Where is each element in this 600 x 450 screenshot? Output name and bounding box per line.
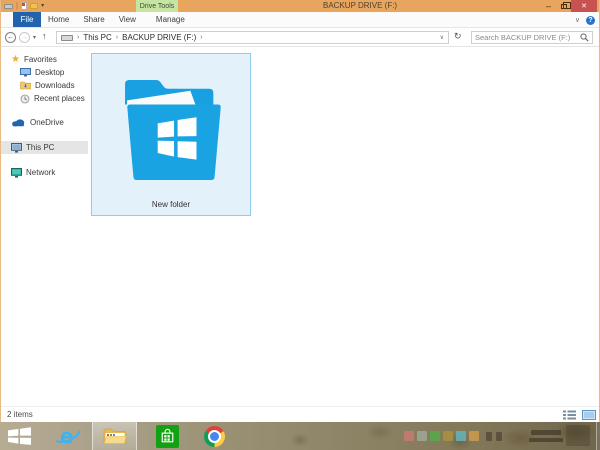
tray-overflow-area[interactable]: [566, 425, 590, 446]
qat-new-folder-icon[interactable]: [30, 3, 39, 9]
svg-text:e: e: [60, 425, 74, 447]
search-input[interactable]: [475, 33, 580, 42]
up-button[interactable]: ↑: [42, 31, 47, 41]
help-icon[interactable]: ?: [586, 15, 595, 25]
windows-logo-icon: [8, 427, 31, 445]
sidebar-label: This PC: [26, 143, 55, 152]
sidebar-label: Network: [26, 168, 56, 177]
desktop-screen: | ▾ Drive Tools BACKUP DRIVE (F:) – ✕ Fi…: [0, 0, 600, 450]
address-bar[interactable]: › This PC › BACKUP DRIVE (F:) › ∨: [56, 31, 449, 44]
tray-icon[interactable]: [469, 431, 479, 441]
file-item-new-folder[interactable]: New folder: [91, 53, 251, 216]
google-chrome-button[interactable]: [194, 422, 234, 450]
taskbar: e: [0, 422, 600, 450]
window-body: ★ Favorites Desktop Downloads Recent pla…: [1, 48, 599, 406]
details-view-icon: [563, 410, 576, 420]
navigation-pane: ★ Favorites Desktop Downloads Recent pla…: [1, 48, 88, 406]
close-button[interactable]: ✕: [571, 0, 597, 12]
address-bar-row: ← → ▾ ↑ › This PC › BACKUP DRIVE (F:) › …: [1, 29, 599, 47]
tray-icon[interactable]: [443, 431, 453, 441]
tray-icon[interactable]: [417, 431, 427, 441]
ribbon-tab-row: File Home Share View Manage: [1, 12, 599, 28]
folder-icon: [125, 80, 221, 181]
onedrive-cloud-icon: [12, 119, 25, 127]
forward-button: →: [19, 32, 30, 43]
breadcrumb-backup-drive[interactable]: BACKUP DRIVE (F:): [122, 33, 196, 42]
tab-home[interactable]: Home: [41, 12, 76, 27]
recent-places-icon: [20, 94, 30, 103]
windows-store-button[interactable]: [146, 422, 188, 450]
sidebar-label: Downloads: [35, 81, 75, 90]
recent-locations-caret-icon[interactable]: ▾: [33, 34, 36, 41]
tab-manage[interactable]: Manage: [149, 12, 192, 27]
network-icon: [11, 167, 22, 178]
large-icons-view-icon: [582, 410, 596, 420]
sidebar-item-desktop[interactable]: Desktop: [1, 66, 88, 79]
details-view-button[interactable]: [563, 410, 576, 420]
sidebar-label: Recent places: [34, 94, 85, 103]
show-desktop-button[interactable]: [596, 422, 600, 450]
sidebar-item-favorites[interactable]: ★ Favorites: [1, 53, 88, 66]
sidebar-item-onedrive[interactable]: OneDrive: [1, 116, 88, 129]
sidebar-item-downloads[interactable]: Downloads: [1, 79, 88, 92]
sidebar-item-network[interactable]: Network: [1, 166, 88, 179]
breadcrumb-chevron-icon[interactable]: ›: [77, 34, 79, 41]
clock-date[interactable]: [529, 437, 563, 442]
quick-access-toolbar: | ▾: [4, 0, 44, 12]
tab-file[interactable]: File: [13, 12, 41, 27]
file-item-label: New folder: [151, 200, 191, 209]
refresh-icon[interactable]: ↻: [454, 31, 462, 42]
sidebar-label: Favorites: [23, 55, 57, 64]
title-bar[interactable]: | ▾ Drive Tools BACKUP DRIVE (F:) – ✕: [1, 0, 599, 12]
computer-icon: [11, 142, 22, 153]
tab-share[interactable]: Share: [76, 12, 111, 27]
start-button[interactable]: [4, 422, 36, 450]
status-bar: 2 items: [1, 406, 599, 422]
sidebar-label: OneDrive: [30, 118, 64, 127]
internet-explorer-icon: e: [55, 425, 81, 447]
windows-store-icon: [155, 424, 179, 448]
item-count: 2 items: [7, 410, 33, 419]
sidebar-item-this-pc[interactable]: This PC: [1, 141, 88, 154]
qat-separator: |: [16, 1, 19, 10]
restore-button[interactable]: [556, 0, 571, 12]
system-menu-drive-icon[interactable]: [4, 3, 13, 9]
internet-explorer-button[interactable]: e: [48, 422, 88, 450]
qat-customize-caret-icon[interactable]: ▾: [41, 3, 44, 9]
search-box[interactable]: [471, 31, 593, 44]
sidebar-label: Desktop: [35, 68, 65, 77]
google-chrome-icon: [203, 425, 225, 447]
contextual-tab-group[interactable]: Drive Tools: [136, 0, 178, 12]
window-title: BACKUP DRIVE (F:): [323, 1, 398, 10]
location-drive-icon: [61, 34, 73, 41]
downloads-folder-icon: [20, 81, 31, 90]
ribbon-right-controls: ∨ ?: [575, 12, 595, 28]
window-controls: – ✕: [541, 0, 599, 12]
search-icon[interactable]: [580, 33, 589, 42]
breadcrumb-this-pc[interactable]: This PC: [83, 33, 111, 42]
file-explorer-icon: [103, 428, 127, 444]
breadcrumb-chevron-icon[interactable]: ›: [116, 34, 118, 41]
back-button[interactable]: ←: [5, 32, 16, 43]
tray-icon[interactable]: [456, 431, 466, 441]
restore-icon: [560, 1, 571, 9]
expand-ribbon-icon[interactable]: ∨: [575, 16, 580, 24]
tray-icon[interactable]: [496, 432, 502, 441]
large-icons-view-button[interactable]: [582, 410, 596, 420]
system-tray: [400, 422, 600, 450]
desktop-icon: [20, 68, 31, 77]
address-dropdown-icon[interactable]: ∨: [440, 34, 444, 41]
clock-time[interactable]: [531, 430, 561, 435]
breadcrumb-chevron-icon[interactable]: ›: [200, 34, 202, 41]
minimize-button[interactable]: –: [541, 0, 556, 12]
sidebar-item-recent-places[interactable]: Recent places: [1, 92, 88, 105]
file-explorer-button[interactable]: [92, 422, 137, 450]
tray-icon[interactable]: [404, 431, 414, 441]
tray-icon[interactable]: [430, 431, 440, 441]
explorer-window: | ▾ Drive Tools BACKUP DRIVE (F:) – ✕ Fi…: [0, 0, 600, 422]
star-icon: ★: [11, 53, 20, 65]
qat-properties-icon[interactable]: [21, 2, 28, 10]
tab-view[interactable]: View: [112, 12, 143, 27]
tray-icon[interactable]: [486, 432, 492, 441]
